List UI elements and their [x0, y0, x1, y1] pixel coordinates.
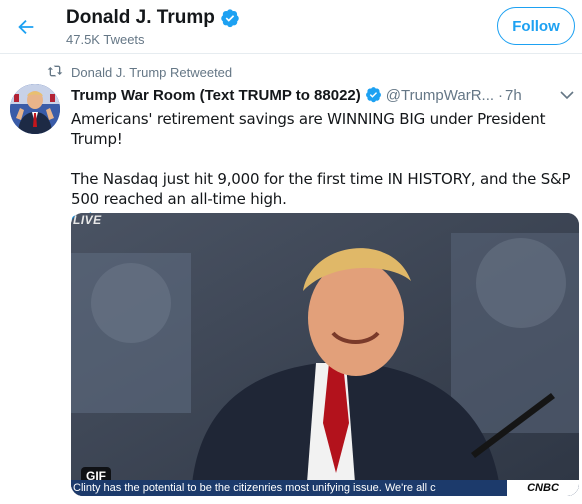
- media-gif[interactable]: LIVE GIF Clinty has the potential to be …: [71, 213, 579, 496]
- profile-title: Donald J. Trump: [66, 7, 215, 28]
- verified-badge-icon: [220, 8, 240, 28]
- retweet-icon: [47, 64, 63, 78]
- author-name[interactable]: Trump War Room (Text TRUMP to 88022): [71, 87, 361, 104]
- tweet-line-2: The Nasdaq just hit 9,000 for the first …: [71, 170, 571, 208]
- retweet-label[interactable]: Donald J. Trump Retweeted: [71, 65, 232, 80]
- news-ticker: Clinty has the potential to be the citiz…: [71, 480, 579, 496]
- live-label: LIVE: [73, 213, 102, 227]
- back-button[interactable]: [10, 11, 42, 43]
- tweet-line-1: Americans' retirement savings are WINNIN…: [71, 110, 546, 148]
- follow-button[interactable]: Follow: [497, 7, 575, 45]
- gif-scene: [71, 213, 579, 496]
- cnbc-logo: CNBC: [507, 480, 579, 496]
- tweet-header: Trump War Room (Text TRUMP to 88022) @Tru…: [71, 86, 571, 106]
- avatar[interactable]: [10, 84, 60, 134]
- chevron-down-icon: [560, 91, 574, 100]
- tweet-count: 47.5K Tweets: [66, 32, 145, 47]
- retweet-context: Donald J. Trump Retweeted: [0, 62, 582, 82]
- tweet-menu-button[interactable]: [560, 90, 574, 100]
- profile-header: Donald J. Trump 47.5K Tweets Follow: [0, 0, 582, 54]
- back-arrow-icon: [18, 19, 34, 35]
- tweet-text: Americans' retirement savings are WINNIN…: [71, 109, 576, 229]
- separator-dot: ·: [498, 87, 504, 104]
- profile-title-block: Donald J. Trump 47.5K Tweets: [66, 6, 240, 47]
- verified-badge-icon: [365, 86, 382, 103]
- author-handle[interactable]: @TrumpWarR...: [386, 87, 494, 104]
- tweet-time[interactable]: 7h: [505, 87, 522, 104]
